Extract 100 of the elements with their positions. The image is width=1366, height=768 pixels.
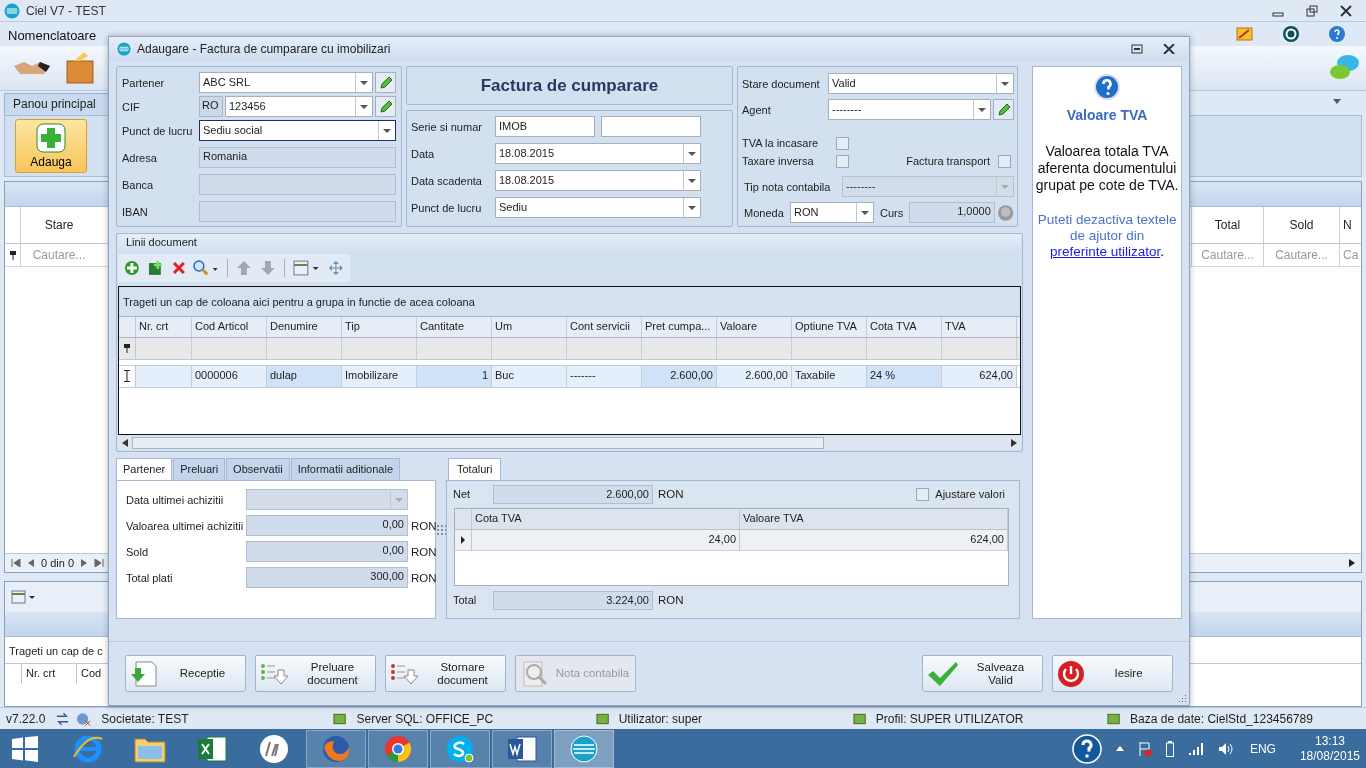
input-field[interactable]: 2.600,00	[493, 484, 653, 504]
scroll-right-icon[interactable]	[1011, 438, 1018, 447]
input-field[interactable]: 0,00	[246, 541, 408, 563]
tab[interactable]: Totaluri	[448, 458, 502, 481]
date-field[interactable]	[246, 489, 408, 511]
column-header[interactable]: Pret cumpa...	[642, 316, 717, 337]
first-page-icon[interactable]	[11, 559, 21, 567]
input-field[interactable]	[199, 174, 396, 195]
close-icon[interactable]	[1340, 4, 1352, 17]
taskbar-app[interactable]	[554, 729, 614, 768]
caret-icon[interactable]	[1001, 81, 1009, 86]
tab[interactable]: Partener	[116, 458, 173, 481]
main-panel-tab[interactable]: Panou principal	[4, 93, 109, 115]
combo-box[interactable]: 18.08.2015	[495, 170, 701, 191]
battery-icon[interactable]	[1165, 740, 1174, 757]
refresh-icon[interactable]	[1282, 24, 1300, 43]
input-field[interactable]: 0,00	[246, 515, 408, 537]
caret-icon[interactable]	[688, 151, 696, 156]
column-header[interactable]: N	[1339, 207, 1361, 243]
delete-icon[interactable]	[171, 260, 186, 275]
add-button[interactable]: Adauga	[15, 119, 87, 173]
clock-date[interactable]: 18/08/2015	[1299, 748, 1360, 764]
scroll-left-icon[interactable]	[122, 438, 128, 447]
action-button[interactable]: Stornare document	[385, 655, 506, 692]
checkbox[interactable]	[998, 154, 1011, 168]
tab[interactable]: Observatii	[226, 458, 290, 481]
combo-box[interactable]: ABC SRL	[199, 72, 373, 93]
caret-icon[interactable]	[383, 128, 391, 133]
splitter-handle[interactable]	[436, 524, 446, 537]
caret-icon[interactable]	[861, 210, 869, 215]
input-field[interactable]: 300,00	[246, 567, 408, 589]
column-header[interactable]: Total	[1191, 207, 1263, 243]
action-button[interactable]: Receptie	[125, 655, 246, 692]
close-icon[interactable]	[1163, 44, 1175, 54]
caret-icon[interactable]	[360, 80, 368, 85]
caret-icon[interactable]	[1332, 99, 1342, 105]
column-header[interactable]: Cota TVA	[867, 316, 942, 337]
column-header[interactable]: Tip	[342, 316, 417, 337]
layout-icon[interactable]	[292, 259, 321, 276]
next-page-icon[interactable]	[80, 559, 89, 567]
input-field[interactable]	[199, 201, 396, 222]
windows-logo-icon[interactable]	[12, 735, 38, 762]
column-header[interactable]: Nr. crt	[21, 664, 76, 684]
column-header[interactable]: TVA	[942, 316, 1017, 337]
clock-time[interactable]: 13:13	[1314, 733, 1345, 749]
column-header[interactable]: Denumire	[267, 316, 342, 337]
signal-icon[interactable]	[1187, 741, 1204, 756]
edit-button[interactable]	[375, 72, 396, 93]
input-field[interactable]: 1,0000	[908, 202, 995, 223]
edit-button[interactable]	[375, 96, 396, 117]
column-header[interactable]: Um	[492, 316, 567, 337]
taskbar-app[interactable]	[368, 729, 428, 768]
plus-icon[interactable]	[124, 259, 140, 276]
table-row[interactable]: 0000006 dulap Imobilizare 1 Buc ------- 2.600,00 2.600,00 Taxabile 24 % 624,00	[119, 364, 1021, 388]
checkbox[interactable]	[836, 154, 849, 168]
previous-page-icon[interactable]	[27, 559, 35, 567]
last-page-icon[interactable]	[94, 559, 105, 567]
checkbox[interactable]	[916, 487, 930, 501]
horizontal-scrollbar[interactable]	[118, 435, 1022, 450]
restore-icon[interactable]	[1131, 44, 1143, 54]
taskbar-app[interactable]	[430, 729, 490, 768]
menu-item[interactable]: Nomenclatoare	[8, 24, 97, 43]
tab[interactable]: Informatii aditionale	[290, 458, 401, 481]
column-header[interactable]: Valoare	[717, 316, 792, 337]
input-field[interactable]: Romania	[199, 147, 396, 168]
language-indicator[interactable]: ENG	[1249, 741, 1276, 756]
column-header[interactable]: Optiune TVA	[792, 316, 867, 337]
search-icon[interactable]	[193, 259, 220, 276]
combo-box[interactable]: 123456	[225, 96, 373, 117]
checkbox[interactable]	[836, 136, 849, 150]
preferences-link[interactable]: preferinte utilizator	[1050, 244, 1161, 259]
column-header[interactable]: Valoare TVA	[740, 509, 1008, 530]
speaker-icon[interactable]	[1217, 741, 1234, 756]
combo-box[interactable]: --------	[828, 99, 991, 120]
column-header[interactable]: Cod Articol	[192, 316, 267, 337]
tab[interactable]: Preluari	[173, 458, 226, 481]
combo-box[interactable]: RON	[790, 202, 874, 223]
action-button[interactable]: Salveaza Valid	[922, 655, 1043, 692]
column-header[interactable]: Cantitate	[417, 316, 492, 337]
caret-icon[interactable]	[360, 104, 368, 109]
caret-icon[interactable]	[688, 205, 696, 210]
input-field[interactable]: IMOB	[495, 116, 595, 137]
add-rows-icon[interactable]	[147, 259, 164, 276]
column-header[interactable]: Sold	[1263, 207, 1339, 243]
combo-box[interactable]: Sediu	[495, 197, 701, 218]
combo-box[interactable]: 18.08.2015	[495, 143, 701, 164]
help-icon[interactable]	[1328, 24, 1346, 43]
combo-box[interactable]: Valid	[828, 73, 1014, 94]
move-icon[interactable]	[328, 259, 344, 276]
column-header[interactable]: Cota TVA	[472, 509, 740, 530]
input-field[interactable]	[601, 116, 701, 137]
action-button[interactable]: Iesire	[1052, 655, 1173, 692]
taskbar-app[interactable]	[492, 729, 552, 768]
help-icon[interactable]	[1071, 733, 1102, 764]
input-field[interactable]: 3.224,00	[493, 590, 653, 610]
caret-icon[interactable]	[978, 107, 986, 112]
layout-icon[interactable]	[11, 590, 37, 604]
combo-box[interactable]: Sediu social	[199, 120, 396, 141]
restore-icon[interactable]	[1306, 4, 1318, 17]
edit-button[interactable]	[993, 99, 1014, 120]
